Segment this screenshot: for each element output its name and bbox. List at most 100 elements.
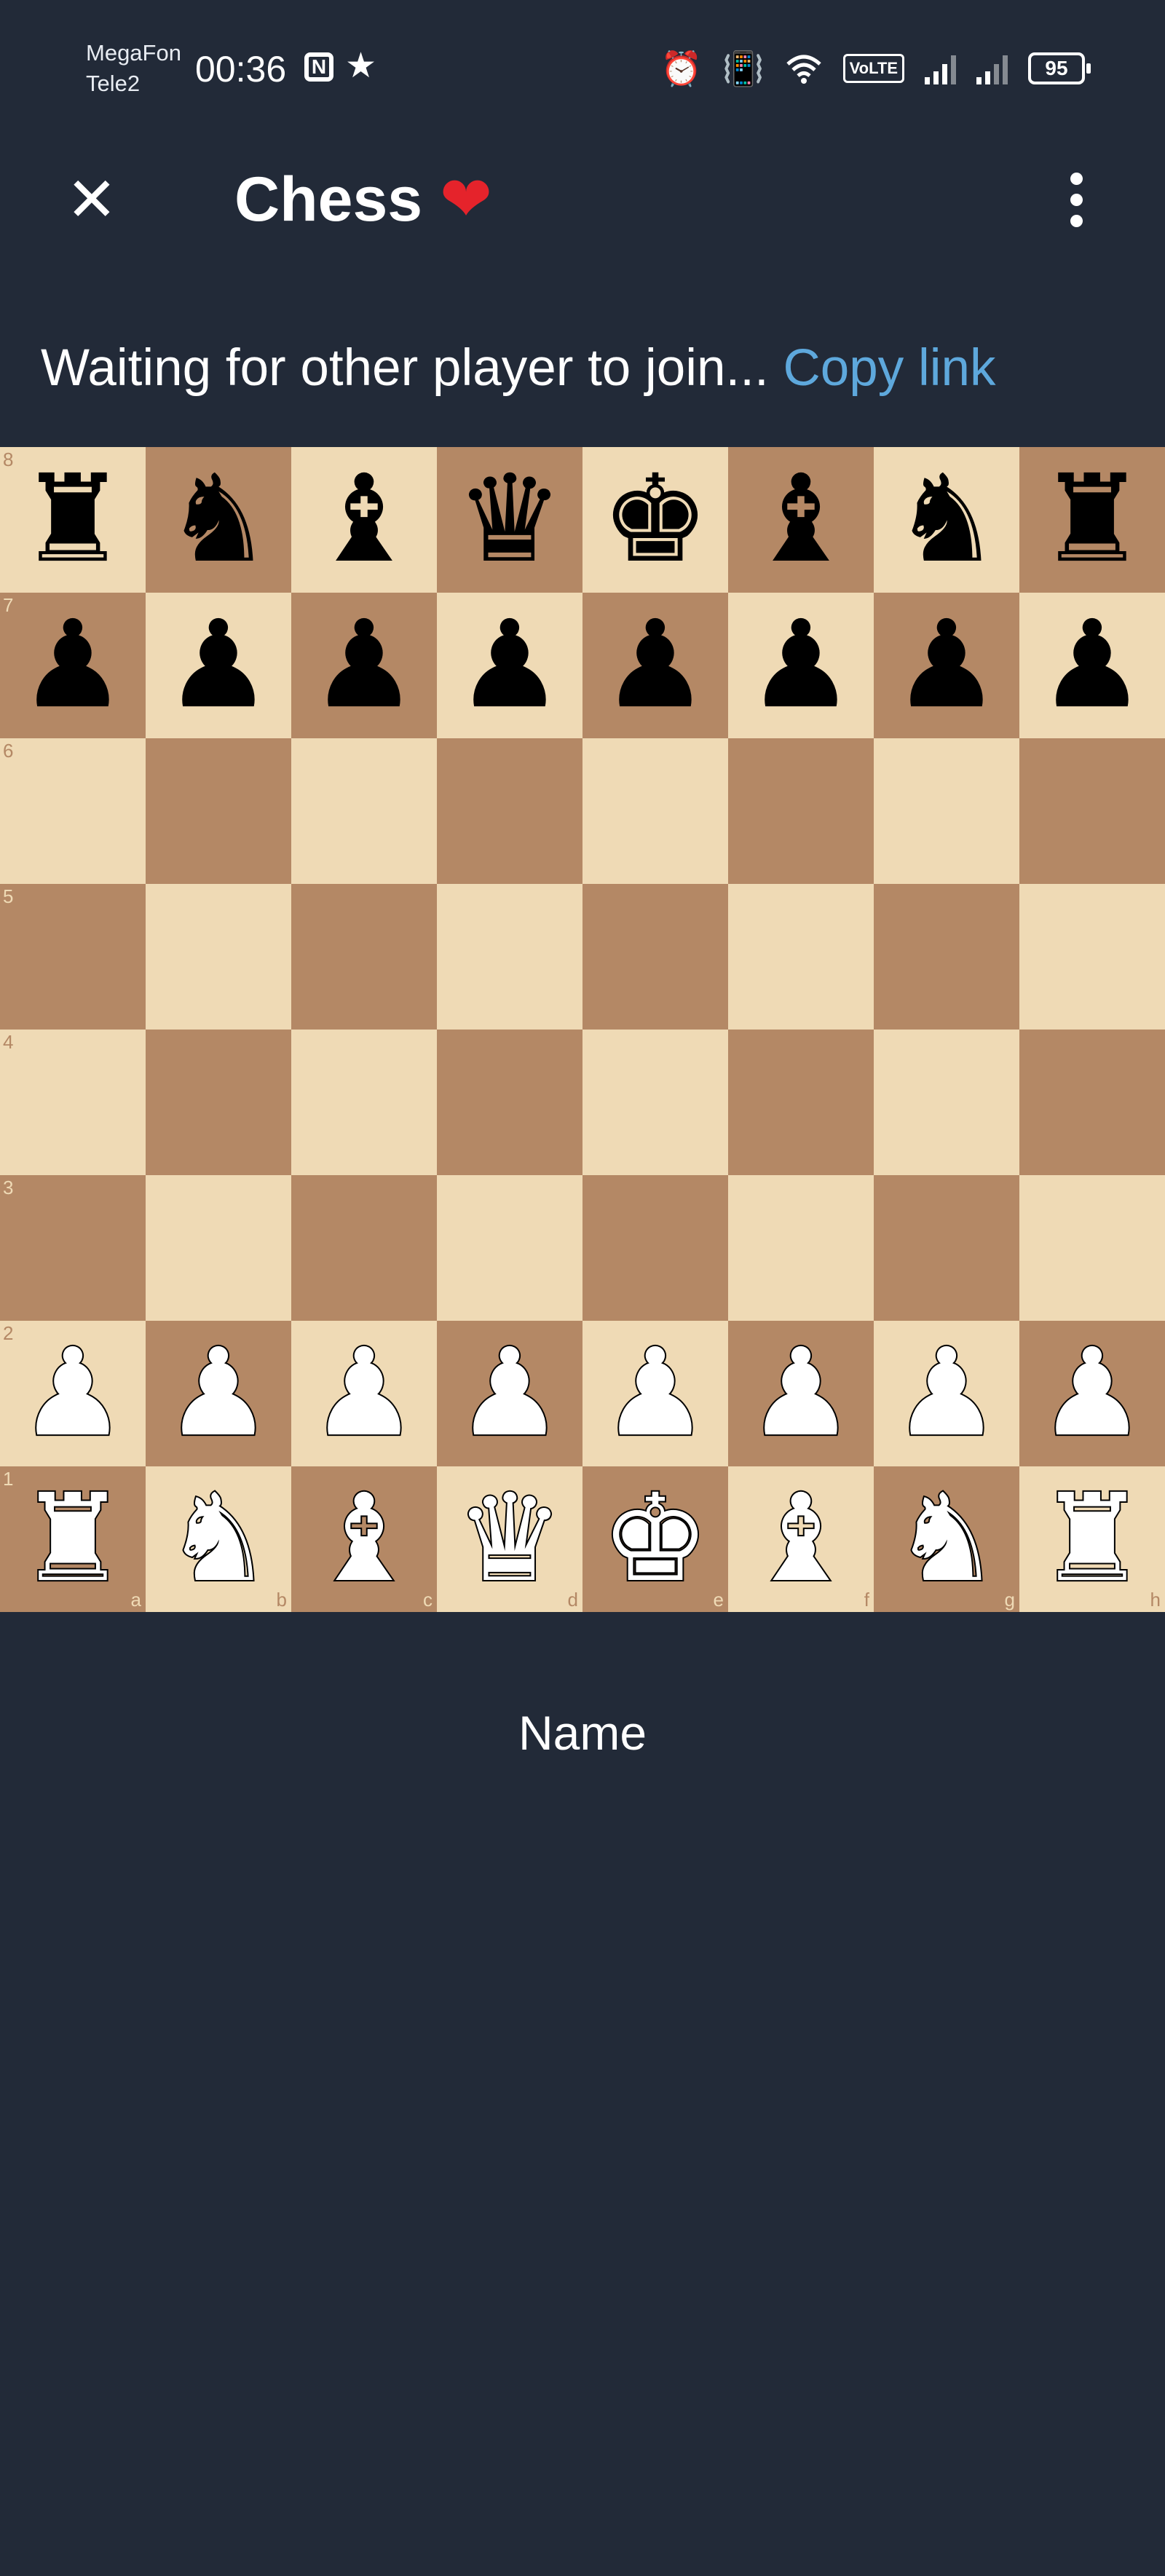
white-rook-icon[interactable]: ♜ xyxy=(0,1466,146,1612)
square-a1[interactable]: 1 a ♜ xyxy=(0,1466,146,1612)
square-g5[interactable] xyxy=(874,884,1019,1030)
square-b8[interactable]: ♞ xyxy=(146,447,291,593)
square-h6[interactable] xyxy=(1019,738,1165,884)
white-bishop-icon[interactable]: ♝ xyxy=(291,1466,437,1612)
square-c7[interactable]: ♟ xyxy=(291,593,437,738)
square-d2[interactable]: ♟ xyxy=(437,1321,582,1466)
square-c1[interactable]: c ♝ xyxy=(291,1466,437,1612)
square-d3[interactable] xyxy=(437,1175,582,1321)
close-button[interactable]: ✕ xyxy=(57,165,127,234)
square-b7[interactable]: ♟ xyxy=(146,593,291,738)
square-a4[interactable]: 4 xyxy=(0,1030,146,1175)
white-pawn-icon[interactable]: ♟ xyxy=(0,1321,146,1466)
square-d5[interactable] xyxy=(437,884,582,1030)
black-pawn-icon[interactable]: ♟ xyxy=(146,593,291,738)
white-pawn-icon[interactable]: ♟ xyxy=(437,1321,582,1466)
black-bishop-icon[interactable]: ♝ xyxy=(728,447,874,593)
square-e7[interactable]: ♟ xyxy=(582,593,728,738)
white-bishop-icon[interactable]: ♝ xyxy=(728,1466,874,1612)
black-queen-icon[interactable]: ♛ xyxy=(437,447,582,593)
square-c5[interactable] xyxy=(291,884,437,1030)
square-b3[interactable] xyxy=(146,1175,291,1321)
square-d4[interactable] xyxy=(437,1030,582,1175)
white-knight-icon[interactable]: ♞ xyxy=(146,1466,291,1612)
black-rook-icon[interactable]: ♜ xyxy=(0,447,146,593)
more-options-button[interactable] xyxy=(1053,162,1099,237)
black-pawn-icon[interactable]: ♟ xyxy=(437,593,582,738)
black-pawn-icon[interactable]: ♟ xyxy=(728,593,874,738)
square-f2[interactable]: ♟ xyxy=(728,1321,874,1466)
copy-link[interactable]: Copy link xyxy=(783,339,995,397)
square-b5[interactable] xyxy=(146,884,291,1030)
square-c3[interactable] xyxy=(291,1175,437,1321)
square-b2[interactable]: ♟ xyxy=(146,1321,291,1466)
white-queen-icon[interactable]: ♛ xyxy=(437,1466,582,1612)
square-d1[interactable]: d ♛ xyxy=(437,1466,582,1612)
square-f8[interactable]: ♝ xyxy=(728,447,874,593)
black-king-icon[interactable]: ♚ xyxy=(582,447,728,593)
square-h5[interactable] xyxy=(1019,884,1165,1030)
square-f1[interactable]: f ♝ xyxy=(728,1466,874,1612)
square-c4[interactable] xyxy=(291,1030,437,1175)
square-d8[interactable]: ♛ xyxy=(437,447,582,593)
white-pawn-icon[interactable]: ♟ xyxy=(728,1321,874,1466)
square-e8[interactable]: ♚ xyxy=(582,447,728,593)
square-b6[interactable] xyxy=(146,738,291,884)
square-g6[interactable] xyxy=(874,738,1019,884)
black-knight-icon[interactable]: ♞ xyxy=(874,447,1019,593)
square-d7[interactable]: ♟ xyxy=(437,593,582,738)
square-g1[interactable]: g ♞ xyxy=(874,1466,1019,1612)
square-g2[interactable]: ♟ xyxy=(874,1321,1019,1466)
square-a8[interactable]: 8 ♜ xyxy=(0,447,146,593)
square-f6[interactable] xyxy=(728,738,874,884)
square-e3[interactable] xyxy=(582,1175,728,1321)
white-pawn-icon[interactable]: ♟ xyxy=(146,1321,291,1466)
square-h3[interactable] xyxy=(1019,1175,1165,1321)
white-pawn-icon[interactable]: ♟ xyxy=(1019,1321,1165,1466)
black-pawn-icon[interactable]: ♟ xyxy=(0,593,146,738)
square-b1[interactable]: b ♞ xyxy=(146,1466,291,1612)
black-rook-icon[interactable]: ♜ xyxy=(1019,447,1165,593)
chess-board[interactable]: 8 ♜ ♞ ♝ ♛ ♚ ♝ ♞ ♜ 7 ♟ ♟ ♟ ♟ ♟ ♟ ♟ ♟ 6 5 4 3 2 ♟ ♟ ♟ ♟ ♟ ♟ ♟ ♟ 1 a ♜ b ♞ c ♝ d ♛… xyxy=(0,447,1165,1612)
square-g3[interactable] xyxy=(874,1175,1019,1321)
square-e2[interactable]: ♟ xyxy=(582,1321,728,1466)
square-h2[interactable]: ♟ xyxy=(1019,1321,1165,1466)
square-h1[interactable]: h ♜ xyxy=(1019,1466,1165,1612)
white-rook-icon[interactable]: ♜ xyxy=(1019,1466,1165,1612)
square-f3[interactable] xyxy=(728,1175,874,1321)
square-a6[interactable]: 6 xyxy=(0,738,146,884)
square-a2[interactable]: 2 ♟ xyxy=(0,1321,146,1466)
black-pawn-icon[interactable]: ♟ xyxy=(874,593,1019,738)
square-g4[interactable] xyxy=(874,1030,1019,1175)
white-king-icon[interactable]: ♚ xyxy=(582,1466,728,1612)
square-e1[interactable]: e ♚ xyxy=(582,1466,728,1612)
black-pawn-icon[interactable]: ♟ xyxy=(291,593,437,738)
square-a7[interactable]: 7 ♟ xyxy=(0,593,146,738)
square-e6[interactable] xyxy=(582,738,728,884)
square-f7[interactable]: ♟ xyxy=(728,593,874,738)
black-bishop-icon[interactable]: ♝ xyxy=(291,447,437,593)
white-pawn-icon[interactable]: ♟ xyxy=(291,1321,437,1466)
square-h4[interactable] xyxy=(1019,1030,1165,1175)
square-e5[interactable] xyxy=(582,884,728,1030)
square-c8[interactable]: ♝ xyxy=(291,447,437,593)
square-a5[interactable]: 5 xyxy=(0,884,146,1030)
square-b4[interactable] xyxy=(146,1030,291,1175)
square-a3[interactable]: 3 xyxy=(0,1175,146,1321)
square-f5[interactable] xyxy=(728,884,874,1030)
white-pawn-icon[interactable]: ♟ xyxy=(874,1321,1019,1466)
white-knight-icon[interactable]: ♞ xyxy=(874,1466,1019,1612)
square-c6[interactable] xyxy=(291,738,437,884)
black-knight-icon[interactable]: ♞ xyxy=(146,447,291,593)
black-pawn-icon[interactable]: ♟ xyxy=(582,593,728,738)
square-e4[interactable] xyxy=(582,1030,728,1175)
square-d6[interactable] xyxy=(437,738,582,884)
black-pawn-icon[interactable]: ♟ xyxy=(1019,593,1165,738)
square-c2[interactable]: ♟ xyxy=(291,1321,437,1466)
white-pawn-icon[interactable]: ♟ xyxy=(582,1321,728,1466)
square-h8[interactable]: ♜ xyxy=(1019,447,1165,593)
square-f4[interactable] xyxy=(728,1030,874,1175)
square-g7[interactable]: ♟ xyxy=(874,593,1019,738)
square-h7[interactable]: ♟ xyxy=(1019,593,1165,738)
square-g8[interactable]: ♞ xyxy=(874,447,1019,593)
